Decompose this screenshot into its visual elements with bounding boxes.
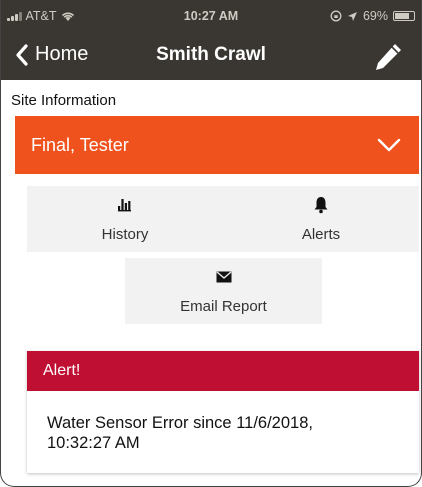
location-icon [347,11,357,21]
history-label: History [101,226,149,243]
alerts-button[interactable]: Alerts [223,186,419,252]
battery-fill [395,13,409,19]
bell-icon [314,197,328,214]
alerts-label: Alerts [301,226,341,243]
email-report-button[interactable]: Email Report [125,258,322,324]
site-select-dropdown[interactable]: Final, Tester [15,116,419,174]
bar-chart-icon [118,199,131,212]
lock-rotation-icon [330,10,342,22]
email-report-label: Email Report [180,298,267,315]
alert-message-line-2: 10:32:27 AM [47,434,140,452]
status-bar: AT&T 10:27 AM 69% [1,0,421,34]
site-information-label: Site Information [11,92,117,109]
battery-percent: 69% [362,9,388,23]
chevron-down-icon [377,138,401,152]
back-button[interactable]: Home [15,43,88,66]
status-right: 69% [330,9,415,23]
history-button[interactable]: History [27,186,223,252]
alert-card: Alert! Water Sensor Error since 11/6/201… [27,351,419,473]
app-frame: AT&T 10:27 AM 69% Home Smith Crawl Site … [0,0,422,487]
back-label: Home [35,43,89,65]
edit-button[interactable] [371,40,405,74]
alert-header: Alert! [27,351,419,391]
alert-title: Alert! [43,362,81,379]
battery-icon [393,11,415,21]
alert-message: Water Sensor Error since 11/6/2018, 10:3… [47,413,399,453]
nav-bar: Home Smith Crawl [1,34,421,80]
envelope-icon [216,271,231,283]
site-select-value: Final, Tester [31,135,129,155]
alert-message-line-1: Water Sensor Error since 11/6/2018, [47,414,313,432]
pencil-icon [376,44,401,70]
chevron-left-icon [16,43,28,66]
